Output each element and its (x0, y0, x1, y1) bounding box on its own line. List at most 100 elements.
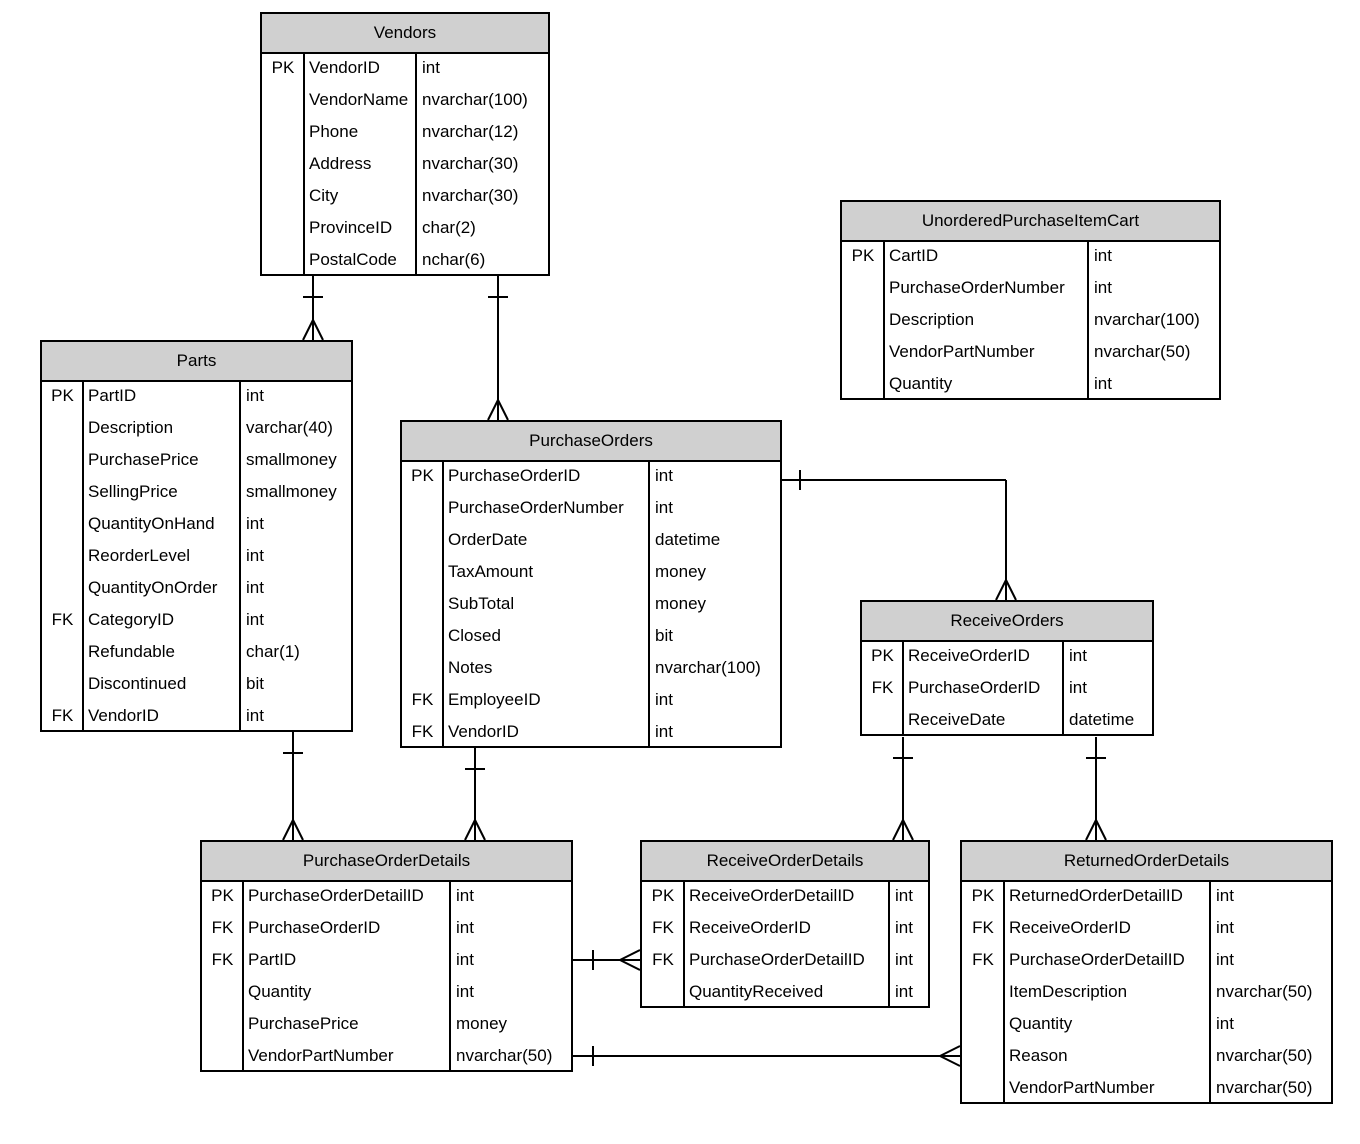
field-type: nvarchar(100) (422, 90, 528, 109)
crows-foot (619, 949, 641, 961)
table-row: FK VendorID int (42, 702, 351, 734)
field-name: CategoryID (88, 610, 174, 629)
field-type: nvarchar(50) (456, 1046, 553, 1065)
table-row: QuantityOnOrder int (42, 574, 351, 606)
field-type: nvarchar(30) (422, 154, 519, 173)
field-type: int (246, 578, 264, 597)
key-label: FK (411, 722, 434, 741)
table-row: FK PurchaseOrderID int (862, 674, 1152, 706)
key-label: PK (211, 886, 234, 905)
key-label: PK (51, 386, 74, 405)
key-label: FK (652, 950, 674, 969)
field-type: int (655, 498, 673, 517)
field-type: nvarchar(50) (1216, 1046, 1313, 1065)
field-type: int (456, 918, 474, 937)
crows-foot (902, 819, 914, 841)
field-name: ReturnedOrderDetailID (1009, 886, 1183, 905)
field-name: Quantity (248, 982, 312, 1001)
field-type: datetime (1069, 710, 1135, 729)
field-type: datetime (655, 530, 721, 549)
field-type: int (456, 950, 474, 969)
field-type: int (1216, 886, 1234, 905)
key-label: PK (651, 886, 675, 905)
field-type: smallmoney (246, 482, 337, 501)
table-purchaseorderdetails[interactable]: PurchaseOrderDetails PK PurchaseOrderDetai… (200, 840, 573, 1072)
table-row: FK ReceiveOrderID int (642, 914, 928, 946)
table-row: Address nvarchar(30) (262, 150, 548, 182)
field-name: PurchaseOrderNumber (889, 278, 1065, 297)
field-name: VendorName (309, 90, 409, 109)
field-name: PurchaseOrderDetailID (689, 950, 865, 969)
field-type: int (246, 706, 264, 725)
field-name: CartID (889, 246, 939, 265)
field-name: VendorID (448, 722, 519, 741)
field-type: int (246, 514, 264, 533)
field-name: PurchaseOrderNumber (448, 498, 624, 517)
field-type: nvarchar(50) (1094, 342, 1191, 361)
key-label: PK (271, 58, 295, 77)
field-name: PurchasePrice (88, 450, 199, 469)
field-type: int (456, 982, 474, 1001)
table-row: TaxAmount money (402, 558, 780, 590)
field-type: int (1216, 950, 1234, 969)
field-type: nchar(6) (422, 250, 486, 269)
field-type: int (422, 58, 440, 77)
field-type: nvarchar(50) (1216, 982, 1313, 1001)
table-title: ReceiveOrders (862, 602, 1152, 642)
table-row: PK VendorID int (262, 54, 548, 86)
table-row: PurchaseOrderNumber int (842, 274, 1219, 306)
table-row: Reason nvarchar(50) (962, 1042, 1331, 1074)
field-name: ReorderLevel (88, 546, 191, 565)
field-name: PurchasePrice (248, 1014, 359, 1033)
table-row: Discontinued bit (42, 670, 351, 702)
field-name: PartID (248, 950, 297, 969)
table-returnedorderdetails[interactable]: ReturnedOrderDetails PK ReturnedOrderDetai… (960, 840, 1333, 1104)
field-type: int (895, 886, 913, 905)
table-row: VendorPartNumber nvarchar(50) (202, 1042, 571, 1074)
table-title: PurchaseOrderDetails (202, 842, 571, 882)
table-row: FK VendorID int (402, 718, 780, 750)
field-type: char(2) (422, 218, 476, 237)
table-row: PurchaseOrderNumber int (402, 494, 780, 526)
field-name: ProvinceID (309, 218, 393, 237)
field-type: money (655, 594, 707, 613)
table-purchaseorders[interactable]: PurchaseOrders PK PurchaseOrderID int Purcha… (400, 420, 782, 748)
field-type: nvarchar(50) (1216, 1078, 1313, 1097)
table-parts[interactable]: Parts PK PartID int Description varchar(40) Pu… (40, 340, 353, 732)
field-name: Phone (309, 122, 359, 141)
crows-foot (892, 819, 904, 841)
table-unordered[interactable]: UnorderedPurchaseItemCart PK CartID int Purc… (840, 200, 1221, 400)
table-row: FK PurchaseOrderID int (202, 914, 571, 946)
field-name: ReceiveOrderID (908, 646, 1030, 665)
field-name: ReceiveOrderDetailID (689, 886, 855, 905)
crows-foot (497, 399, 509, 421)
key-label: FK (411, 690, 434, 709)
key-label: FK (652, 918, 674, 937)
field-type: int (1094, 278, 1112, 297)
table-row: SellingPrice smallmoney (42, 478, 351, 510)
crows-foot (1085, 819, 1097, 841)
key-label: PK (851, 246, 875, 265)
key-label: FK (51, 706, 74, 725)
field-name: PurchaseOrderDetailID (1009, 950, 1185, 969)
field-name: Notes (448, 658, 493, 677)
field-name: OrderDate (448, 530, 528, 549)
crows-foot (312, 319, 324, 341)
field-type: int (1216, 918, 1234, 937)
table-receiveorders[interactable]: ReceiveOrders PK ReceiveOrderID int FK Purcha… (860, 600, 1154, 736)
field-name: Closed (448, 626, 501, 645)
table-vendors[interactable]: Vendors PK VendorID int VendorName nvarchar(1… (260, 12, 550, 276)
table-title: UnorderedPurchaseItemCart (842, 202, 1219, 242)
crows-foot (282, 819, 294, 841)
table-row: Description varchar(40) (42, 414, 351, 446)
table-title: Parts (42, 342, 351, 382)
table-row: Description nvarchar(100) (842, 306, 1219, 338)
table-row: City nvarchar(30) (262, 182, 548, 214)
table-row: ProvinceID char(2) (262, 214, 548, 246)
field-name: PartID (88, 386, 137, 405)
table-receiveorderdetails[interactable]: ReceiveOrderDetails PK ReceiveOrderDetailI… (640, 840, 930, 1008)
field-type: bit (246, 674, 264, 693)
field-type: int (895, 918, 913, 937)
field-type: int (456, 886, 474, 905)
field-name: QuantityOnHand (88, 514, 215, 533)
